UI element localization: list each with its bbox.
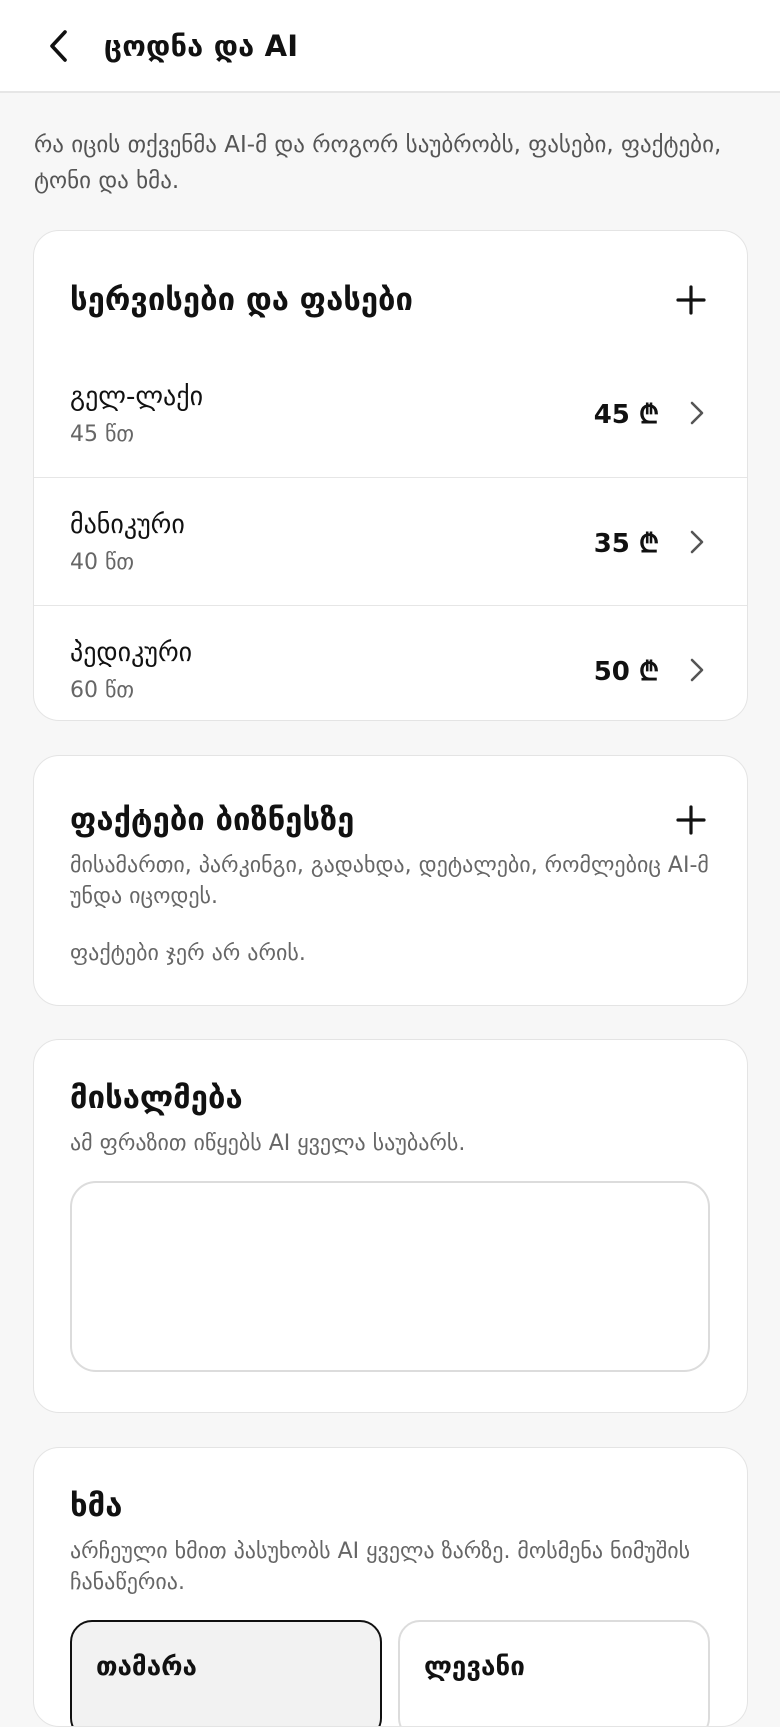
greeting-description: ამ ფრაზით იწყებს AI ყველა საუბარს. bbox=[70, 1131, 466, 1156]
service-duration: 60 წთ bbox=[70, 678, 134, 703]
add-service-button[interactable] bbox=[671, 280, 711, 320]
service-price: 50 ₾ bbox=[593, 656, 659, 687]
back-button[interactable] bbox=[40, 28, 76, 64]
voice-options: თამარა ლევანი bbox=[70, 1620, 711, 1726]
voice-option-tamara[interactable]: თამარა bbox=[70, 1620, 382, 1726]
facts-description: მისამართი, პარკინგი, გადახდა, დეტალები, … bbox=[70, 853, 709, 909]
service-name: მანიკური bbox=[70, 510, 185, 540]
services-card-header: სერვისები და ფასები bbox=[34, 231, 747, 331]
plus-icon bbox=[676, 285, 706, 315]
voice-description: არჩეული ხმით პასუხობს AI ყველა ზარზე. მო… bbox=[70, 1539, 691, 1595]
add-fact-button[interactable] bbox=[671, 800, 711, 840]
service-row-gel-lacquer[interactable]: გელ-ლაქი 45 წთ 45 ₾ bbox=[34, 349, 747, 477]
page-title: ცოდნა და AI bbox=[104, 28, 299, 63]
chevron-right-icon bbox=[689, 399, 711, 427]
service-name: პედიკური bbox=[70, 638, 193, 668]
voice-title: ხმა bbox=[70, 1488, 123, 1524]
facts-card-header: ფაქტები ბიზნესზე bbox=[70, 792, 711, 848]
voice-option-levani[interactable]: ლევანი bbox=[398, 1620, 710, 1726]
service-info: პედიკური 60 წთ bbox=[70, 636, 594, 703]
service-price: 35 ₾ bbox=[593, 528, 659, 559]
services-title: სერვისები და ფასები bbox=[70, 282, 413, 318]
facts-title: ფაქტები ბიზნესზე bbox=[70, 802, 355, 838]
service-row-pedicure[interactable]: პედიკური 60 წთ 50 ₾ bbox=[34, 605, 747, 720]
greeting-input[interactable] bbox=[70, 1181, 710, 1372]
chevron-right-icon bbox=[689, 656, 711, 684]
facts-empty-state: ფაქტები ჯერ არ არის. bbox=[70, 941, 306, 966]
greeting-title: მისალმება bbox=[70, 1080, 243, 1116]
facts-card: ფაქტები ბიზნესზე მისამართი, პარკინგი, გა… bbox=[33, 755, 748, 1006]
service-duration: 45 წთ bbox=[70, 421, 134, 447]
service-info: გელ-ლაქი 45 წთ bbox=[70, 380, 594, 447]
greeting-card: მისალმება ამ ფრაზით იწყებს AI ყველა საუბ… bbox=[33, 1039, 748, 1413]
service-row-manicure[interactable]: მანიკური 40 წთ 35 ₾ bbox=[34, 477, 747, 605]
service-price: 45 ₾ bbox=[593, 400, 659, 430]
chevron-right-icon bbox=[689, 528, 711, 556]
plus-icon bbox=[676, 805, 706, 835]
service-info: მანიკური 40 წთ bbox=[70, 508, 594, 575]
services-card: სერვისები და ფასები გელ-ლაქი 45 წთ 45 ₾ … bbox=[33, 230, 748, 721]
service-duration: 40 წთ bbox=[70, 550, 134, 575]
top-bar: ცოდნა და AI bbox=[0, 0, 780, 93]
chevron-left-icon bbox=[50, 29, 67, 62]
service-name: გელ-ლაქი bbox=[70, 381, 204, 412]
voice-card: ხმა არჩეული ხმით პასუხობს AI ყველა ზარზე… bbox=[33, 1447, 748, 1727]
intro-text: რა იცის თქვენმა AI-მ და როგორ საუბრობს, … bbox=[34, 132, 722, 194]
